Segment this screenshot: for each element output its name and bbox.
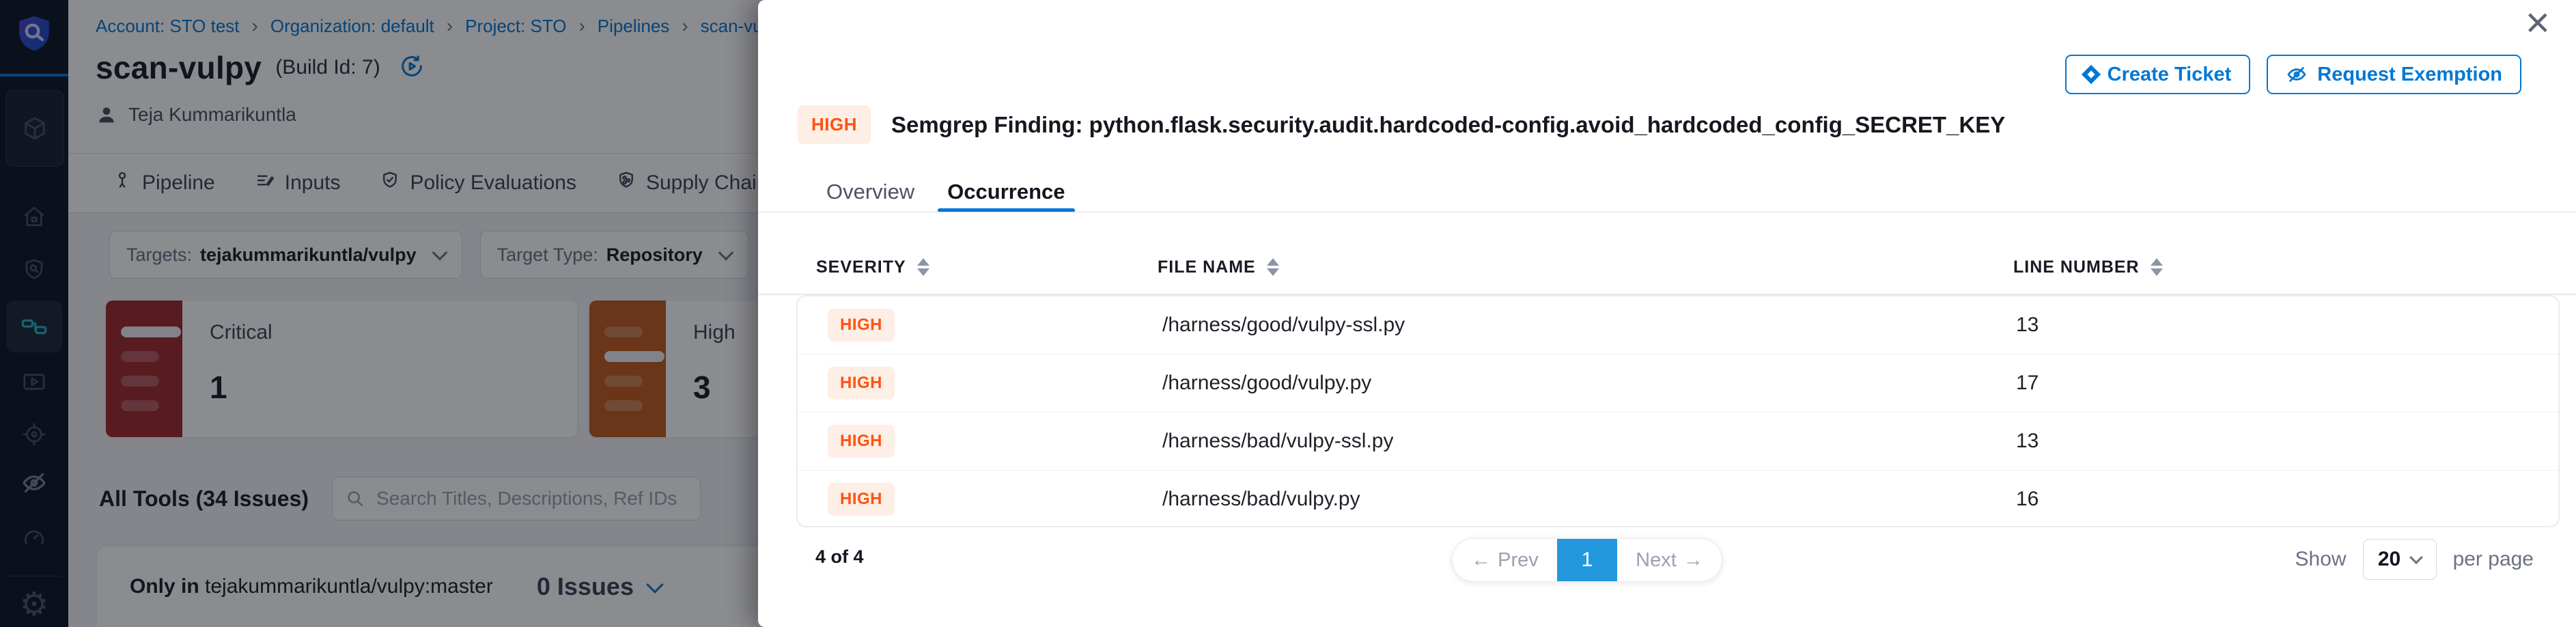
finding-title: Semgrep Finding: python.flask.security.a… bbox=[891, 112, 2005, 138]
severity-badge: HIGH bbox=[798, 105, 871, 144]
line-number-cell: 17 bbox=[2016, 372, 2039, 395]
create-ticket-label: Create Ticket bbox=[2108, 64, 2232, 86]
severity-badge: HIGH bbox=[828, 309, 895, 342]
drawer-tabs: Overview Occurrence bbox=[826, 172, 1065, 212]
prev-label: Prev bbox=[1498, 549, 1539, 572]
column-header-severity[interactable]: SEVERITY bbox=[816, 240, 929, 294]
request-exemption-label: Request Exemption bbox=[2317, 64, 2502, 86]
file-name-cell: /harness/good/vulpy.py bbox=[1162, 372, 1371, 395]
arrow-left-icon: ← bbox=[1471, 549, 1491, 572]
next-label: Next bbox=[1636, 549, 1677, 572]
request-exemption-button[interactable]: Request Exemption bbox=[2267, 55, 2521, 94]
table-row[interactable]: HIGH /harness/bad/vulpy-ssl.py 13 bbox=[798, 412, 2558, 470]
tab-overview[interactable]: Overview bbox=[826, 180, 914, 204]
page-size-select[interactable]: 20 bbox=[2363, 539, 2437, 580]
current-page-button[interactable]: 1 bbox=[1557, 539, 1617, 581]
severity-badge: HIGH bbox=[828, 425, 895, 458]
column-label: LINE NUMBER bbox=[2013, 257, 2140, 277]
file-name-cell: /harness/good/vulpy-ssl.py bbox=[1162, 314, 1405, 337]
close-icon[interactable]: × bbox=[2525, 0, 2550, 46]
line-number-cell: 13 bbox=[2016, 430, 2039, 453]
file-name-cell: /harness/bad/vulpy.py bbox=[1162, 488, 1360, 511]
eye-off-icon bbox=[2286, 64, 2308, 85]
page-size-value: 20 bbox=[2378, 548, 2400, 571]
line-number-cell: 16 bbox=[2016, 488, 2039, 511]
column-label: FILE NAME bbox=[1158, 257, 1256, 277]
severity-badge: HIGH bbox=[828, 367, 895, 400]
column-header-line-number[interactable]: LINE NUMBER bbox=[2013, 240, 2163, 294]
next-page-button[interactable]: Next → bbox=[1617, 539, 1722, 581]
ticket-diamond-icon bbox=[2082, 65, 2101, 84]
table-row[interactable]: HIGH /harness/good/vulpy.py 17 bbox=[798, 354, 2558, 412]
show-label: Show bbox=[2295, 548, 2347, 571]
table-row[interactable]: HIGH /harness/bad/vulpy.py 16 bbox=[798, 470, 2558, 527]
pagination-control: ← Prev 1 Next → bbox=[1452, 538, 1722, 582]
column-label: SEVERITY bbox=[816, 257, 906, 277]
page-size-control: Show 20 per page bbox=[2295, 538, 2534, 581]
occurrence-table: HIGH /harness/good/vulpy-ssl.py 13 HIGH … bbox=[796, 295, 2560, 527]
app-root: ⚙ Account: STO test › Organization: defa… bbox=[0, 0, 2576, 627]
per-page-label: per page bbox=[2453, 548, 2534, 571]
column-header-file-name[interactable]: FILE NAME bbox=[1158, 240, 1279, 294]
finding-header: HIGH Semgrep Finding: python.flask.secur… bbox=[798, 105, 2005, 144]
sort-icon[interactable] bbox=[917, 258, 929, 276]
line-number-cell: 13 bbox=[2016, 314, 2039, 337]
pagination-summary: 4 of 4 bbox=[815, 546, 864, 568]
sort-icon[interactable] bbox=[2151, 258, 2163, 276]
arrow-right-icon: → bbox=[1683, 549, 1703, 572]
file-name-cell: /harness/bad/vulpy-ssl.py bbox=[1162, 430, 1394, 453]
sort-icon[interactable] bbox=[1267, 258, 1279, 276]
drawer-actions: Create Ticket Request Exemption bbox=[2065, 55, 2521, 94]
table-row[interactable]: HIGH /harness/good/vulpy-ssl.py 13 bbox=[798, 296, 2558, 354]
finding-detail-drawer: × Create Ticket Request Exemption HIGH S… bbox=[758, 0, 2576, 627]
chevron-down-icon bbox=[2409, 551, 2423, 564]
severity-badge: HIGH bbox=[828, 483, 895, 516]
prev-page-button[interactable]: ← Prev bbox=[1453, 539, 1557, 581]
create-ticket-button[interactable]: Create Ticket bbox=[2065, 55, 2251, 94]
tab-occurrence[interactable]: Occurrence bbox=[947, 180, 1065, 204]
